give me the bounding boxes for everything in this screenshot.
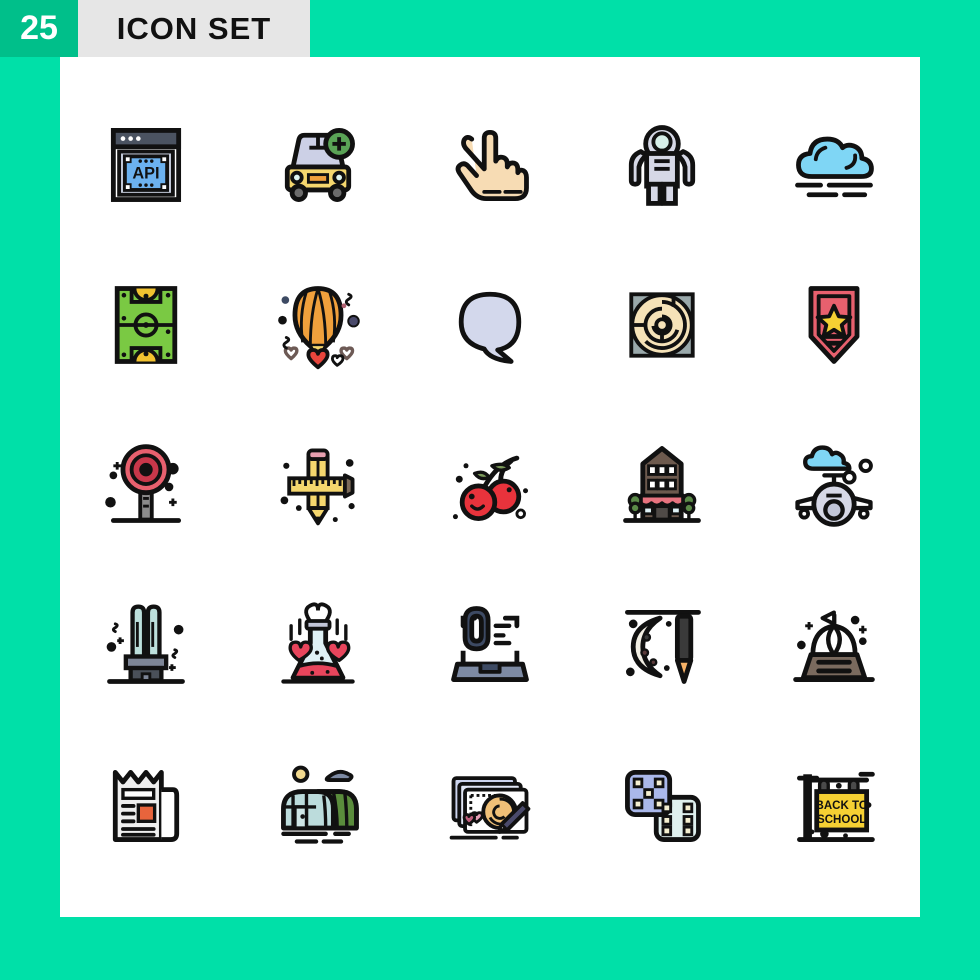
icon-cell-greenhouse[interactable] <box>232 725 404 885</box>
maze-icon <box>629 292 695 358</box>
design-sketch-icon <box>449 776 531 840</box>
shop-building-icon <box>623 446 701 523</box>
fog-cloud-icon <box>795 136 874 198</box>
speech-bubble-icon <box>458 291 522 364</box>
rank-badge-icon <box>808 286 860 364</box>
icon-cell-cfl-bulb[interactable] <box>60 565 232 725</box>
sign-line-1: BACK TO <box>816 800 868 812</box>
cherries-icon <box>452 455 529 521</box>
icon-cell-cherries[interactable] <box>404 405 576 565</box>
icon-cell-soccer-field[interactable] <box>60 245 232 405</box>
icon-cell-moon-pen[interactable] <box>576 565 748 725</box>
icon-set-page: 25 ICON SET API BACK TO SCHOOL <box>0 0 980 980</box>
hot-air-balloon-icon <box>278 286 360 370</box>
icon-cell-speech-bubble[interactable] <box>404 245 576 405</box>
icon-cell-astronaut[interactable] <box>576 85 748 245</box>
icon-cell-love-potion[interactable] <box>232 565 404 725</box>
pencil-ruler-icon <box>280 448 355 526</box>
cfl-bulb-icon <box>106 604 185 684</box>
icon-panel: API BACK TO SCHOOL <box>60 57 920 917</box>
phone-support-icon <box>451 606 529 682</box>
back-to-school-sign-icon: BACK TO SCHOOL <box>797 771 875 842</box>
add-car-icon <box>284 128 355 202</box>
icon-cell-maze[interactable] <box>576 245 748 405</box>
moon-pen-icon <box>625 609 701 684</box>
icon-cell-rank-badge[interactable] <box>748 245 920 405</box>
svg-text:API: API <box>132 164 159 182</box>
astronaut-icon <box>628 125 696 206</box>
icon-cell-back-to-school[interactable]: BACK TO SCHOOL <box>748 725 920 885</box>
icon-grid: API BACK TO SCHOOL <box>60 85 920 885</box>
dice-icon <box>625 769 701 842</box>
icon-cell-fog-cloud[interactable] <box>748 85 920 245</box>
header-bar: 25 ICON SET <box>0 0 310 57</box>
hand-gesture-icon <box>455 129 529 201</box>
api-window-icon: API <box>110 128 182 202</box>
airplane-cloud-icon <box>795 445 873 527</box>
icon-cell-shop-building[interactable] <box>576 405 748 565</box>
icon-cell-airplane-cloud[interactable] <box>748 405 920 565</box>
soccer-field-icon <box>114 286 178 364</box>
icon-cell-phone-support[interactable] <box>404 565 576 725</box>
love-potion-flask-icon <box>281 602 355 684</box>
icon-cell-newspaper[interactable] <box>60 725 232 885</box>
newspaper-icon <box>112 769 180 842</box>
icon-cell-design-sketch[interactable] <box>404 725 576 885</box>
lollipop-icon <box>105 444 182 523</box>
icon-cell-api-window[interactable]: API <box>60 85 232 245</box>
greenhouse-icon <box>281 765 359 844</box>
icon-cell-hand-gesture[interactable] <box>404 85 576 245</box>
sailboat-ride-icon <box>793 610 875 682</box>
icon-count-badge: 25 <box>0 0 78 57</box>
icon-cell-pencil-ruler[interactable] <box>232 405 404 565</box>
page-title: ICON SET <box>78 0 310 57</box>
icon-cell-hot-air-balloon[interactable] <box>232 245 404 405</box>
icon-cell-add-car[interactable] <box>232 85 404 245</box>
icon-cell-dice[interactable] <box>576 725 748 885</box>
icon-cell-sailboat-ride[interactable] <box>748 565 920 725</box>
sign-line-2: SCHOOL <box>817 814 866 826</box>
icon-cell-lollipop[interactable] <box>60 405 232 565</box>
